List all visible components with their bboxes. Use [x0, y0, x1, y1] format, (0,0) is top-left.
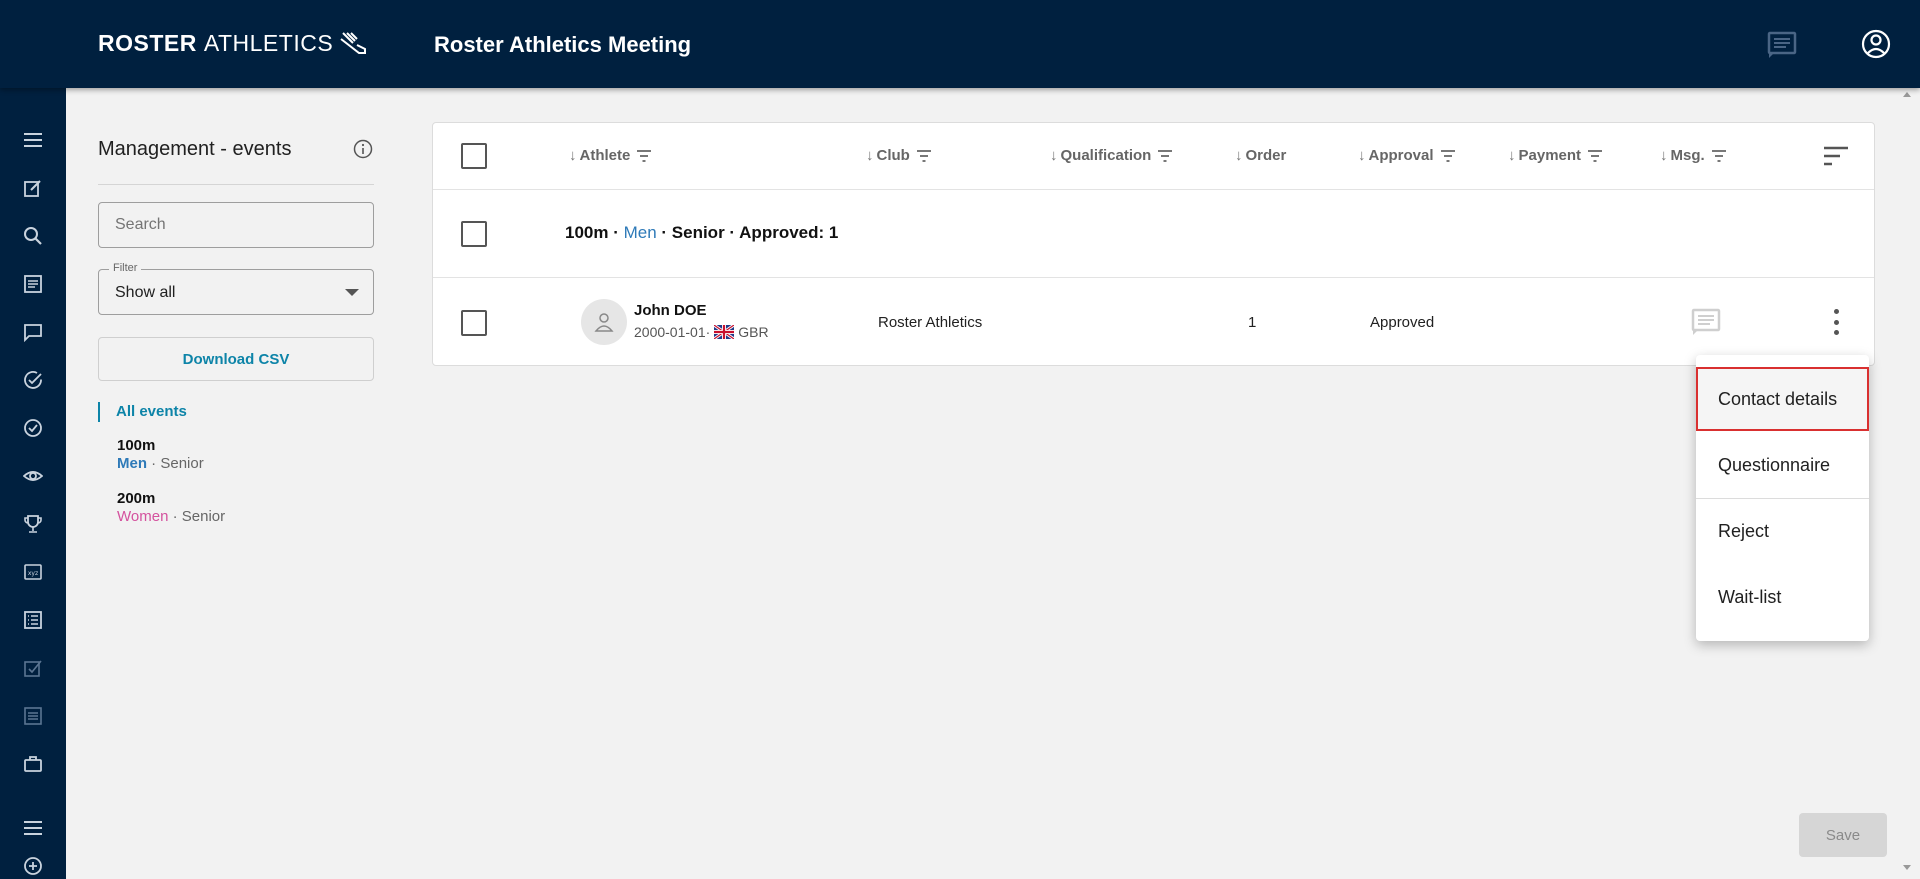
account-icon[interactable]: [1860, 28, 1892, 60]
list-disabled-icon[interactable]: [21, 704, 45, 728]
menu-item-contact-details[interactable]: Contact details: [1696, 367, 1869, 431]
app-title: Roster Athletics Meeting: [434, 32, 692, 57]
athlete-club: Roster Athletics: [878, 314, 983, 331]
group-checkbox[interactable]: [461, 221, 487, 247]
avatar[interactable]: [581, 299, 627, 345]
row-checkbox[interactable]: [461, 310, 487, 336]
search-input[interactable]: [98, 202, 374, 248]
menu-item-wait-list[interactable]: Wait-list: [1696, 565, 1869, 629]
chevron-down-icon: [345, 289, 359, 296]
filter-value: Show all: [115, 284, 176, 301]
xyz-icon[interactable]: xyz: [21, 560, 45, 584]
person-icon: [594, 313, 614, 332]
event-all-events[interactable]: All events: [98, 402, 187, 422]
add-circle-icon[interactable]: [21, 854, 45, 878]
edit-icon[interactable]: [21, 176, 45, 200]
info-icon[interactable]: [352, 138, 374, 160]
top-bar: ROSTER ATHLETICS Roster Athletics Meetin…: [0, 0, 1920, 88]
column-header-payment[interactable]: ↓ Payment: [1508, 147, 1603, 164]
event-gender: Women: [117, 508, 169, 525]
athlete-separator: ·: [705, 324, 711, 340]
panel-title: Management - events: [98, 138, 292, 160]
document-list-icon[interactable]: [21, 272, 45, 296]
panel-divider: [98, 184, 374, 185]
column-header-approval[interactable]: ↓ Approval: [1358, 147, 1456, 164]
roster-athletics-logo[interactable]: ROSTER ATHLETICS: [98, 30, 367, 57]
list-alt-icon[interactable]: [21, 608, 45, 632]
athlete-dob: 2000-01-01: [634, 324, 706, 340]
filter-icon[interactable]: [636, 149, 652, 162]
eye-icon[interactable]: [21, 464, 45, 488]
menu-icon[interactable]: [21, 128, 45, 152]
event-separator: ·: [168, 508, 182, 525]
approved-icon[interactable]: [21, 416, 45, 440]
logo-thin-text: ATHLETICS: [203, 30, 334, 56]
filter-icon[interactable]: [916, 149, 932, 162]
briefcase-icon[interactable]: [21, 752, 45, 776]
group-label: 100m · Men · Senior · Approved: 1: [565, 223, 839, 242]
message-icon[interactable]: [1690, 307, 1722, 337]
select-all-checkbox[interactable]: [461, 143, 487, 169]
gb-flag-icon: [714, 325, 735, 339]
athlete-name[interactable]: John DOE: [634, 302, 707, 319]
menu-item-questionnaire[interactable]: Questionnaire: [1696, 433, 1869, 497]
athlete-country: GBR: [738, 324, 769, 340]
row-context-menu: Contact details Questionnaire Reject Wai…: [1696, 355, 1869, 641]
column-header-qualification[interactable]: ↓ Qualification: [1050, 147, 1173, 164]
side-rail: xyz: [0, 88, 66, 879]
check-circle-icon[interactable]: [21, 368, 45, 392]
row-divider: [433, 277, 1874, 278]
filter-icon[interactable]: [1711, 149, 1727, 162]
sort-icon[interactable]: [1822, 145, 1850, 167]
athlete-order: 1: [1248, 314, 1257, 331]
athlete-approval: Approved: [1370, 314, 1435, 331]
logo-bold-text: ROSTER: [98, 30, 197, 56]
event-category: Senior: [181, 508, 226, 525]
event-item-200m[interactable]: 200m Women · Senior: [117, 490, 225, 526]
scroll-up-arrow-icon[interactable]: [1903, 92, 1911, 97]
event-item-100m[interactable]: 100m Men · Senior: [117, 437, 204, 473]
svg-text:xyz: xyz: [28, 570, 38, 577]
entries-table: ↓ Athlete ↓ Club ↓ Qualification ↓ Order ↓ Ap…: [432, 122, 1875, 366]
filter-icon[interactable]: [1440, 149, 1456, 162]
menu-item-reject[interactable]: Reject: [1696, 499, 1869, 563]
filter-label: Filter: [109, 262, 142, 274]
more-options-icon[interactable]: [1831, 309, 1841, 335]
row-divider: [433, 189, 1874, 190]
trophy-icon[interactable]: [21, 512, 45, 536]
event-category: Senior: [160, 455, 204, 472]
event-name: 200m: [117, 490, 156, 507]
menu-icon[interactable]: [21, 816, 45, 840]
search-icon[interactable]: [21, 224, 45, 248]
filter-icon[interactable]: [1587, 149, 1603, 162]
column-header-msg[interactable]: ↓ Msg.: [1660, 147, 1727, 164]
save-button[interactable]: Save: [1799, 813, 1887, 857]
athlete-details: 2000-01-01 · GBR: [634, 324, 769, 340]
chat-icon[interactable]: [21, 320, 45, 344]
event-gender: Men: [117, 455, 147, 472]
column-header-athlete[interactable]: ↓ Athlete: [569, 147, 652, 164]
winged-shoe-icon: [340, 31, 367, 54]
event-name: 100m: [117, 437, 156, 454]
download-csv-button[interactable]: Download CSV: [98, 337, 374, 381]
column-header-club[interactable]: ↓ Club: [866, 147, 932, 164]
checkbox-icon[interactable]: [21, 656, 45, 680]
event-separator: ·: [147, 455, 161, 472]
chat-icon[interactable]: [1766, 30, 1798, 60]
filter-select[interactable]: Filter Show all: [98, 262, 374, 315]
filter-icon[interactable]: [1157, 149, 1173, 162]
scroll-down-arrow-icon[interactable]: [1903, 865, 1911, 870]
column-header-order[interactable]: ↓ Order: [1235, 147, 1286, 164]
